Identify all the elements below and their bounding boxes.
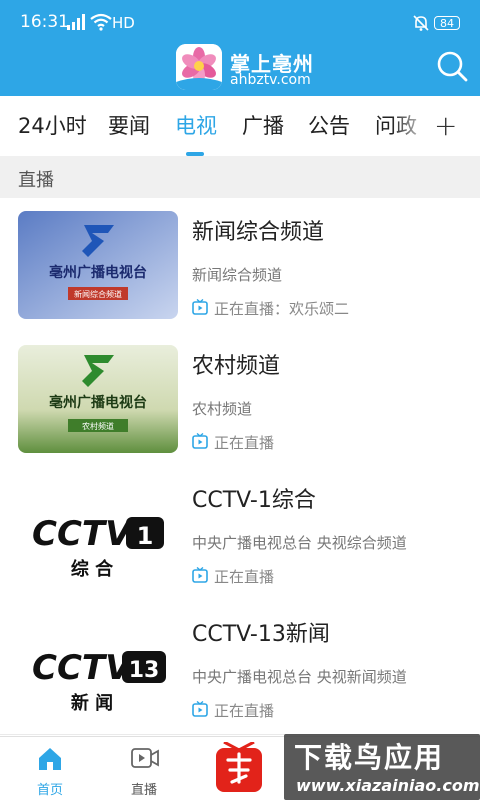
channel-title: CCTV-1综合 xyxy=(192,488,316,513)
cctv-logo-icon: CCTV 1 xyxy=(32,514,164,554)
status-time: 16:31 xyxy=(20,12,69,32)
tv-icon xyxy=(192,701,208,717)
cctv-channel-number: 1 xyxy=(137,522,154,550)
signal-icon xyxy=(67,14,85,30)
live-status-text: 正在直播：欢乐颂二 xyxy=(214,300,350,318)
svg-text:CCTV: CCTV xyxy=(32,648,134,688)
tv-icon xyxy=(192,567,208,583)
channel-description: 中央广播电视总台 央视综合频道 xyxy=(192,534,407,552)
channel-item[interactable]: 亳州广播电视台 新闻综合频道 新闻综合频道 新闻综合频道 正在直播：欢乐颂二 xyxy=(0,198,480,333)
tab-announcements[interactable]: 公告 xyxy=(308,110,350,140)
battery-indicator: 84 xyxy=(434,16,460,30)
channel-thumbnail: CCTV 13 新 闻 xyxy=(18,613,178,721)
flower-logo-icon xyxy=(176,44,222,90)
thumb-band: 农村频道 xyxy=(82,421,114,431)
channel-description: 新闻综合频道 xyxy=(192,266,283,284)
app-logo: 掌上亳州 ahbztv.com xyxy=(176,44,326,92)
tab-24h[interactable]: 24小时 xyxy=(18,110,87,140)
nav-live-label: 直播 xyxy=(130,783,157,798)
mute-bell-icon xyxy=(413,15,429,31)
channel-item[interactable]: CCTV 13 新 闻 CCTV-13新闻 中央广播电视总台 央视新闻频道 正在… xyxy=(0,600,480,735)
channel-list: 亳州广播电视台 新闻综合频道 新闻综合频道 新闻综合频道 正在直播：欢乐颂二 亳… xyxy=(0,198,480,736)
section-header: 直播 xyxy=(0,156,480,198)
battery-level: 84 xyxy=(440,17,454,30)
section-title: 直播 xyxy=(18,170,54,191)
status-bar: 16:31 HD 84 xyxy=(0,0,480,44)
channel-thumbnail: 亳州广播电视台 农村频道 xyxy=(18,345,178,453)
center-app-logo-icon[interactable] xyxy=(216,742,262,792)
watermark-title: 下载鸟应用 xyxy=(294,741,445,774)
search-icon[interactable] xyxy=(436,50,468,82)
channel-title: 新闻综合频道 xyxy=(192,220,325,245)
channel-title: 农村频道 xyxy=(192,354,281,379)
channel-thumbnail: CCTV 1 综 合 xyxy=(18,479,178,587)
channel-item[interactable]: 亳州广播电视台 农村频道 农村频道 农村频道 正在直播 xyxy=(0,332,480,467)
tv-icon xyxy=(192,299,208,315)
tab-tv[interactable]: 电视 xyxy=(175,110,217,140)
thumb-band: 新闻综合频道 xyxy=(74,289,122,299)
tab-radio[interactable]: 广播 xyxy=(242,110,284,140)
video-icon xyxy=(131,748,159,768)
channel-item[interactable]: CCTV 1 综 合 CCTV-1综合 中央广播电视总台 央视综合频道 正在直播 xyxy=(0,466,480,601)
add-tab-button[interactable]: + xyxy=(434,112,457,140)
tab-headlines[interactable]: 要闻 xyxy=(108,110,150,140)
app-header: 16:31 HD 84 掌上亳州 ahbztv.com xyxy=(0,0,480,96)
tv-icon xyxy=(192,433,208,449)
thumb-caption: 综 合 xyxy=(71,558,114,580)
watermark: 下载鸟应用 www.xiazainiao.com xyxy=(284,734,480,800)
app-domain: ahbztv.com xyxy=(230,72,311,88)
channel-description: 中央广播电视总台 央视新闻频道 xyxy=(192,668,407,686)
cctv-channel-number: 13 xyxy=(129,658,160,683)
home-icon xyxy=(39,748,61,770)
live-status-text: 正在直播 xyxy=(214,568,275,586)
channel-thumbnail: 亳州广播电视台 新闻综合频道 xyxy=(18,211,178,319)
live-status-text: 正在直播 xyxy=(214,702,275,720)
nav-home-label: 首页 xyxy=(36,783,63,798)
channel-title: CCTV-13新闻 xyxy=(192,622,330,647)
nav-home[interactable]: 首页 xyxy=(0,737,100,801)
tab-fade-overlay xyxy=(392,96,432,154)
thumb-caption: 亳州广播电视台 xyxy=(49,264,147,281)
cctv-logo-icon: CCTV 13 xyxy=(32,648,166,688)
thumb-caption: 新 闻 xyxy=(71,692,113,714)
watermark-url: www.xiazainiao.com xyxy=(296,776,480,795)
nav-live[interactable]: 直播 xyxy=(94,737,194,801)
wifi-icon xyxy=(90,13,112,31)
svg-text:CCTV: CCTV xyxy=(32,514,134,554)
live-status-text: 正在直播 xyxy=(214,434,275,452)
thumb-caption: 亳州广播电视台 xyxy=(49,394,147,411)
channel-description: 农村频道 xyxy=(192,400,253,418)
network-type: HD xyxy=(112,14,135,32)
